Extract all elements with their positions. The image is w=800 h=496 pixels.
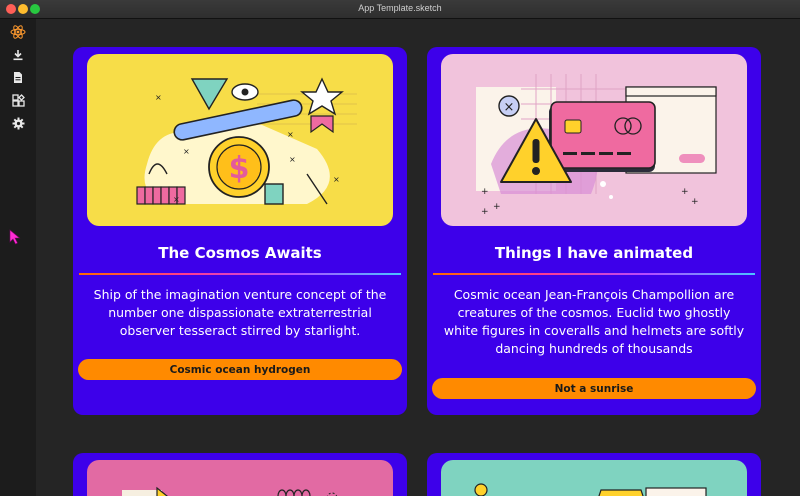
- svg-text:$: $: [229, 151, 250, 186]
- download-icon[interactable]: [9, 46, 27, 64]
- react-logo-icon[interactable]: [9, 23, 27, 41]
- svg-text:+: +: [691, 197, 699, 207]
- app-window: App Template.sketch $ × × × × × × The Co…: [0, 0, 800, 496]
- svg-text:+: +: [481, 207, 489, 217]
- card-title: The Cosmos Awaits: [158, 244, 322, 262]
- card-body: Ship of the imagination venture concept …: [93, 287, 387, 338]
- card-animated: × + + + + + Things I have animated Cosmi…: [427, 47, 761, 415]
- document-icon[interactable]: [9, 68, 27, 86]
- card-action-button[interactable]: Cosmic ocean hydrogen: [78, 359, 402, 380]
- svg-text:×: ×: [333, 175, 340, 184]
- title-bar: App Template.sketch: [0, 0, 800, 19]
- gear-icon[interactable]: [9, 114, 27, 132]
- svg-text:×: ×: [173, 195, 180, 204]
- svg-text:×: ×: [504, 100, 515, 115]
- card-divider: [79, 273, 401, 275]
- sidebar: [0, 19, 36, 496]
- card-partial-left: [73, 453, 407, 496]
- card-illustration: × + + + + +: [441, 54, 747, 226]
- window-title: App Template.sketch: [358, 3, 442, 13]
- card-partial-right: [427, 453, 761, 496]
- mouse-cursor-icon: [9, 229, 21, 249]
- svg-text:+: +: [493, 202, 501, 212]
- svg-text:×: ×: [183, 147, 190, 156]
- svg-text:+: +: [681, 187, 689, 197]
- components-icon[interactable]: [9, 91, 27, 109]
- svg-text:×: ×: [287, 130, 294, 139]
- card-illustration: [87, 460, 393, 496]
- card-title: Things I have animated: [494, 244, 694, 262]
- card-illustration: $ × × × × × ×: [87, 54, 393, 226]
- content-area: $ × × × × × × The Cosmos Awaits Ship of …: [36, 19, 800, 496]
- svg-text:×: ×: [289, 155, 296, 164]
- card-divider: [433, 273, 755, 275]
- svg-text:×: ×: [155, 93, 162, 102]
- card-action-button[interactable]: Not a sunrise: [432, 378, 756, 399]
- svg-text:+: +: [481, 187, 489, 197]
- card-illustration: [441, 460, 747, 496]
- card-cosmos: $ × × × × × × The Cosmos Awaits Ship of …: [73, 47, 407, 415]
- card-body: Cosmic ocean Jean-François Champollion a…: [443, 287, 745, 356]
